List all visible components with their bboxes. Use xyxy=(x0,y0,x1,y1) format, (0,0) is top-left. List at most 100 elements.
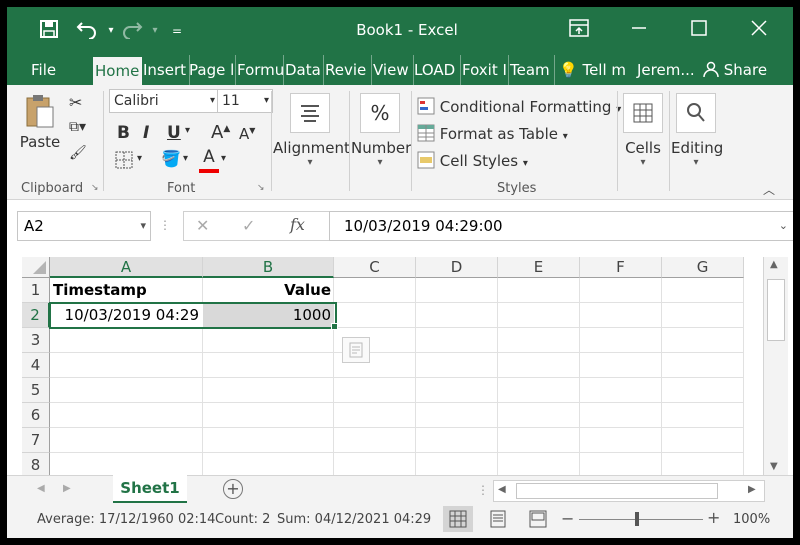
cell-a1[interactable]: Timestamp xyxy=(50,278,203,302)
font-size-select[interactable]: 11 ▾ xyxy=(217,89,273,113)
column-header-g[interactable]: G xyxy=(662,257,744,278)
row-header-4[interactable]: 4 xyxy=(22,353,50,378)
insert-function-button[interactable]: fx xyxy=(290,215,305,234)
tab-home[interactable]: Home xyxy=(93,57,142,85)
borders-dropdown-icon[interactable]: ▾ xyxy=(137,153,142,164)
borders-icon[interactable] xyxy=(115,151,133,173)
enter-icon[interactable]: ✓ xyxy=(242,216,255,235)
font-color-icon[interactable]: A xyxy=(199,147,219,173)
tab-team[interactable]: Team xyxy=(508,55,555,85)
fill-color-icon[interactable]: 🪣 xyxy=(161,149,181,168)
number-button[interactable]: % Number ▾ xyxy=(351,93,411,168)
save-icon[interactable] xyxy=(37,19,61,43)
clipboard-launcher-icon[interactable]: ↘ xyxy=(91,183,99,193)
customize-qat-icon[interactable]: = xyxy=(165,19,189,43)
close-icon[interactable] xyxy=(747,19,771,43)
tab-view[interactable]: View xyxy=(371,55,414,85)
horizontal-scrollbar[interactable]: ◀ ▶ xyxy=(493,480,765,502)
scroll-left-icon[interactable]: ◀ xyxy=(498,484,506,495)
column-header-a[interactable]: A xyxy=(50,257,203,278)
alignment-button[interactable]: Alignment ▾ xyxy=(273,93,350,168)
cancel-icon[interactable]: ✕ xyxy=(196,216,209,235)
zoom-slider-thumb[interactable] xyxy=(635,512,639,526)
zoom-in-icon[interactable]: + xyxy=(707,508,720,527)
scroll-thumb[interactable] xyxy=(767,279,785,341)
column-header-f[interactable]: F xyxy=(580,257,662,278)
underline-dropdown-icon[interactable]: ▾ xyxy=(185,125,190,136)
scroll-right-icon[interactable]: ▶ xyxy=(748,484,756,495)
column-header-b[interactable]: B xyxy=(203,257,334,278)
vertical-scrollbar[interactable]: ▲ ▼ xyxy=(763,257,788,475)
tab-foxit[interactable]: Foxit I xyxy=(460,55,509,85)
undo-icon[interactable] xyxy=(75,19,99,43)
format-painter-icon[interactable]: 🖌 xyxy=(69,145,87,161)
normal-view-icon[interactable] xyxy=(443,506,473,532)
zoom-level[interactable]: 100% xyxy=(733,512,770,527)
redo-icon[interactable] xyxy=(120,19,144,43)
font-launcher-icon[interactable]: ↘ xyxy=(257,183,265,193)
column-header-c[interactable]: C xyxy=(334,257,416,278)
h-scroll-thumb[interactable] xyxy=(516,483,718,499)
maximize-icon[interactable] xyxy=(687,19,711,43)
font-name-select[interactable]: Calibri ▾ xyxy=(109,89,219,113)
editing-button[interactable]: Editing ▾ xyxy=(671,93,723,168)
sheet-tab-sheet1[interactable]: Sheet1 xyxy=(113,475,187,504)
collapse-ribbon-icon[interactable]: ︿ xyxy=(763,181,775,198)
minimize-icon[interactable] xyxy=(627,19,651,43)
splitter-icon[interactable]: ⋮ xyxy=(477,483,489,497)
column-header-e[interactable]: E xyxy=(498,257,580,278)
add-sheet-icon[interactable]: + xyxy=(223,479,243,499)
page-layout-view-icon[interactable] xyxy=(483,506,513,532)
cut-icon[interactable]: ✂ xyxy=(69,93,82,112)
cells-button[interactable]: Cells ▾ xyxy=(619,93,667,168)
paste-button[interactable]: Paste xyxy=(19,93,61,151)
tab-insert[interactable]: Insert xyxy=(141,55,190,85)
copy-icon[interactable]: ⧉▾ xyxy=(69,119,86,135)
tab-formulas[interactable]: Formu xyxy=(235,55,284,85)
row-header-6[interactable]: 6 xyxy=(22,403,50,428)
prev-sheet-icon[interactable]: ◀ xyxy=(37,483,45,494)
sheet-tab-bar: ◀ ▶ Sheet1 + ⋮ ◀ ▶ xyxy=(7,475,793,504)
cell-styles-button[interactable]: Cell Styles ▾ xyxy=(417,151,528,170)
bold-button[interactable]: B xyxy=(117,123,130,143)
fill-color-dropdown-icon[interactable]: ▾ xyxy=(183,153,188,164)
row-header-2[interactable]: 2 xyxy=(22,303,50,328)
redo-dropdown-icon[interactable]: ▾ xyxy=(143,19,167,43)
tab-data[interactable]: Data xyxy=(283,55,324,85)
font-color-dropdown-icon[interactable]: ▾ xyxy=(221,153,226,164)
conditional-formatting-button[interactable]: Conditional Formatting ▾ xyxy=(417,97,621,116)
worksheet-grid[interactable]: A B C D E F G 1 2 3 4 5 6 7 8 Timestamp … xyxy=(22,257,788,478)
quick-analysis-icon[interactable] xyxy=(342,337,370,363)
ribbon-display-icon[interactable] xyxy=(567,19,591,43)
tab-load[interactable]: LOAD xyxy=(412,55,461,85)
column-header-d[interactable]: D xyxy=(416,257,498,278)
select-all-button[interactable] xyxy=(22,257,50,278)
format-as-table-button[interactable]: Format as Table ▾ xyxy=(417,124,568,143)
fill-handle[interactable] xyxy=(331,323,338,330)
name-box[interactable]: A2 ▾ xyxy=(17,211,151,241)
row-header-7[interactable]: 7 xyxy=(22,428,50,453)
next-sheet-icon[interactable]: ▶ xyxy=(63,483,71,494)
row-header-5[interactable]: 5 xyxy=(22,378,50,403)
share-button[interactable]: Share xyxy=(701,55,775,85)
tab-review[interactable]: Revie xyxy=(323,55,372,85)
zoom-slider-track[interactable] xyxy=(579,519,703,520)
increase-font-icon[interactable]: A▲ xyxy=(211,122,230,143)
row-header-3[interactable]: 3 xyxy=(22,328,50,353)
tell-me-search[interactable]: 💡 Tell m xyxy=(557,55,635,85)
tab-page-layout[interactable]: Page l xyxy=(187,55,236,85)
cell-b1[interactable]: Value xyxy=(203,278,334,302)
italic-button[interactable]: I xyxy=(143,123,149,143)
tab-file[interactable]: File xyxy=(29,55,73,85)
cell-a2[interactable]: 10/03/2019 04:29 xyxy=(50,303,203,327)
scroll-down-icon[interactable]: ▼ xyxy=(770,461,778,472)
decrease-font-icon[interactable]: A▼ xyxy=(239,125,255,143)
zoom-out-icon[interactable]: − xyxy=(561,509,574,528)
page-break-view-icon[interactable] xyxy=(523,506,553,532)
scroll-up-icon[interactable]: ▲ xyxy=(770,259,778,270)
formula-input[interactable]: 10/03/2019 04:29:00 ⌄ xyxy=(329,211,793,241)
row-header-1[interactable]: 1 xyxy=(22,278,50,303)
account-name[interactable]: Jerem... xyxy=(635,55,701,85)
underline-button[interactable]: U xyxy=(167,123,181,143)
cell-b2[interactable]: 1000 xyxy=(203,303,334,327)
